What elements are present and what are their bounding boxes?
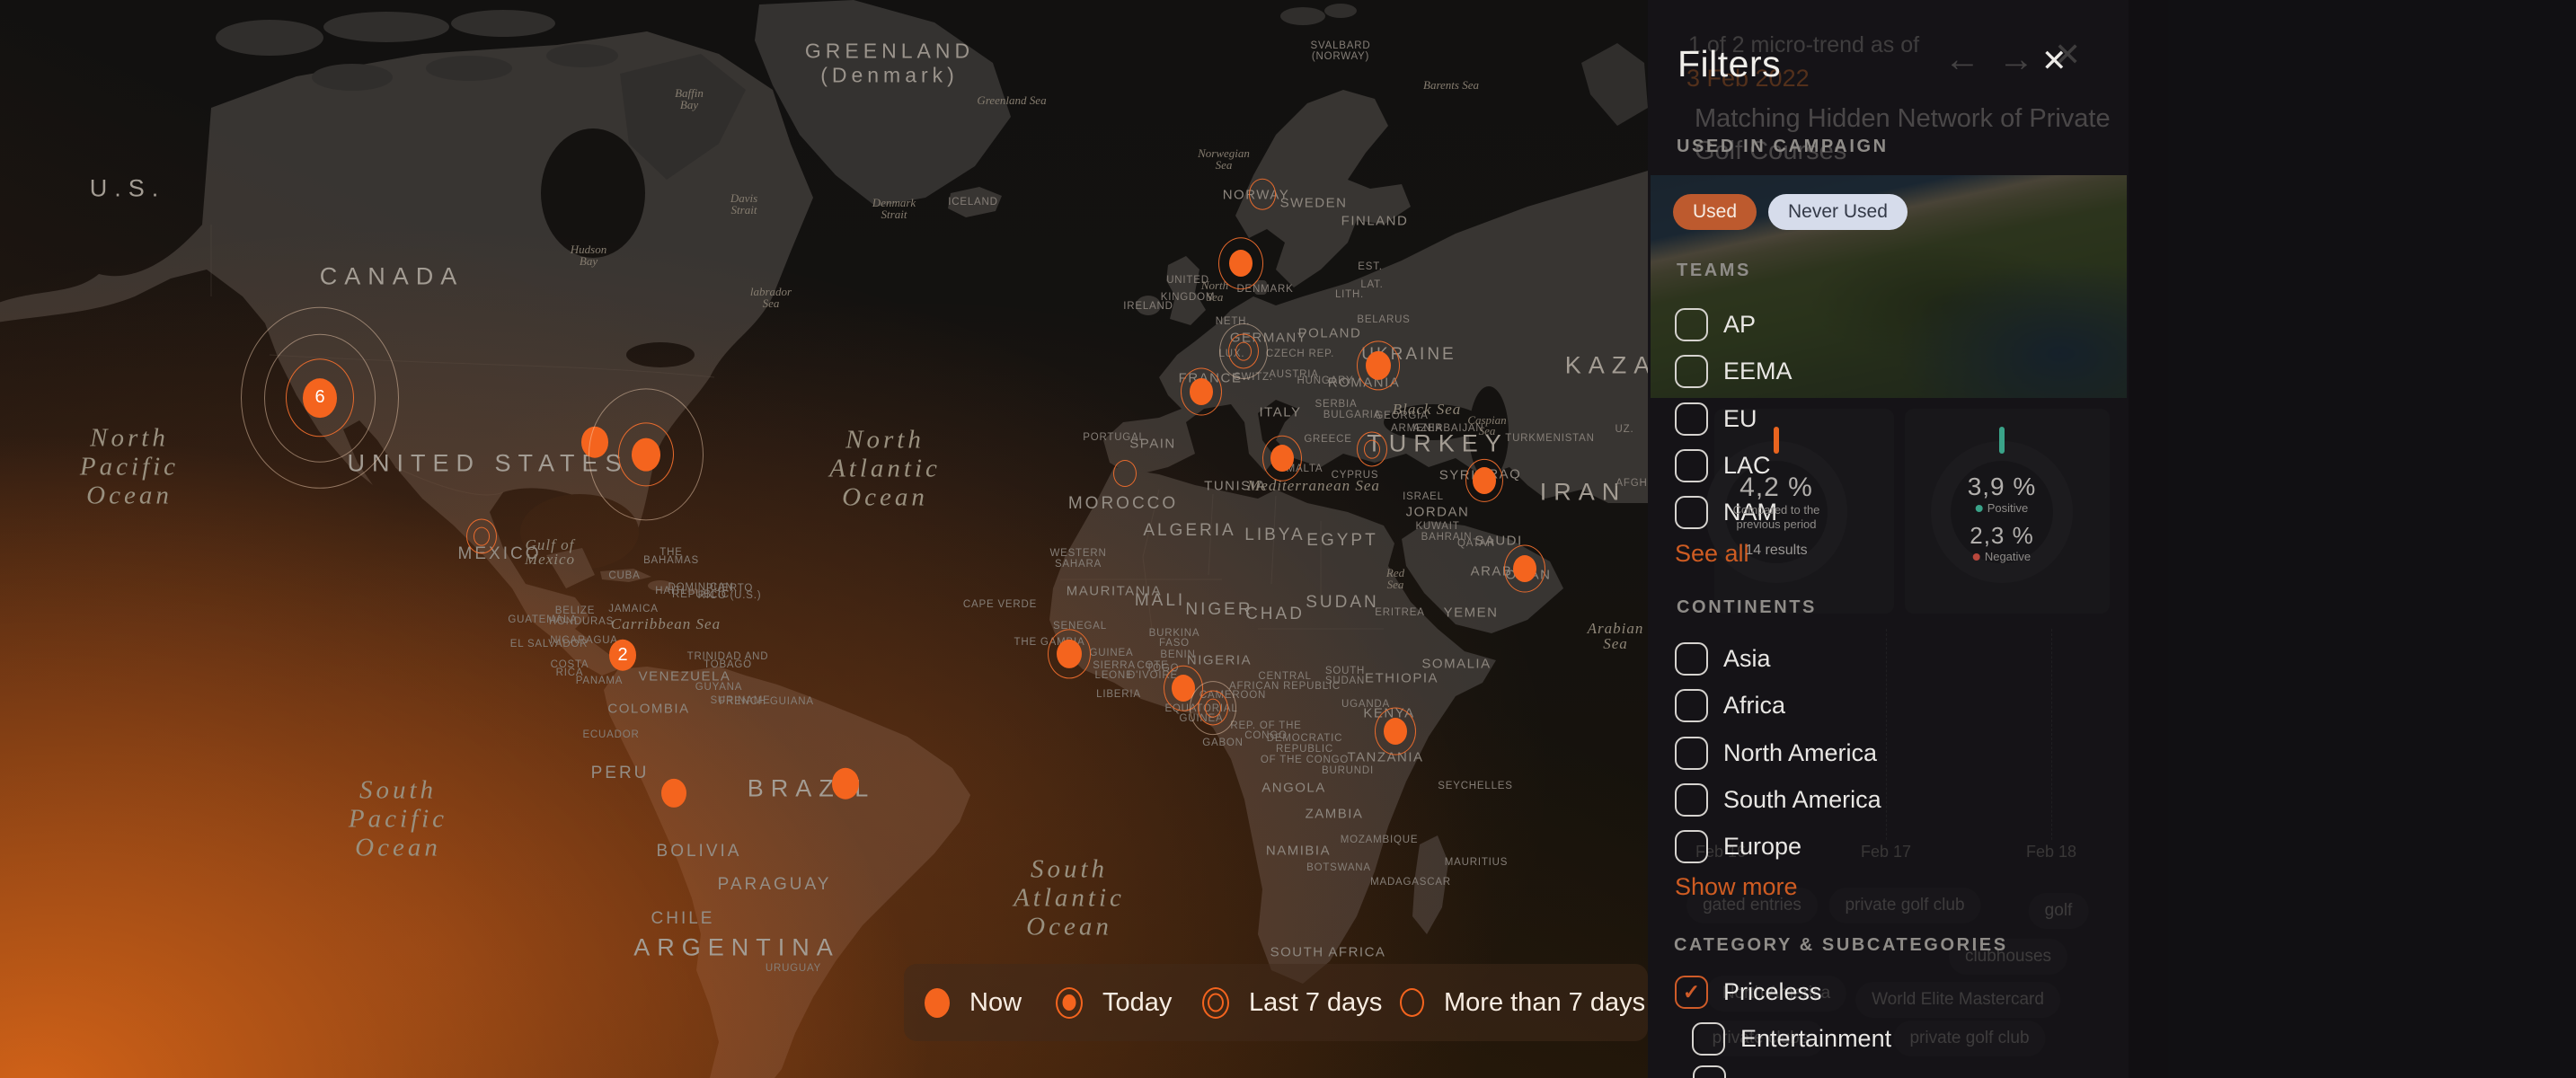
checkbox-row-north-america[interactable]: North America xyxy=(1675,737,1877,770)
marker-core xyxy=(1384,718,1407,745)
continents-show-more-link[interactable]: Show more xyxy=(1675,873,1798,901)
negative-value: 2,3 % xyxy=(1968,522,2037,550)
world-map[interactable]: U.S.CANADAUNITED STATESBRAZILARGENTINAIR… xyxy=(0,0,1648,1078)
week-legend-icon xyxy=(1202,987,1229,1019)
today-legend-icon xyxy=(1056,987,1083,1019)
checkbox-row-eema[interactable]: EEMA xyxy=(1675,355,1793,388)
checkbox[interactable] xyxy=(1675,402,1708,436)
checkbox-checked[interactable]: ✓ xyxy=(1675,976,1708,1009)
marker-ring xyxy=(1113,460,1137,487)
positive-label: Positive xyxy=(1968,501,2037,515)
filters-panel: 1 of 2 micro-trend as of 3 Feb 2022 Matc… xyxy=(1648,0,2576,1078)
now-legend-icon xyxy=(925,988,950,1018)
marker-count: 6 xyxy=(303,378,337,418)
marker-ring xyxy=(1219,323,1268,379)
legend-item-older: More than 7 days ago xyxy=(1400,964,1648,1041)
marker-ring xyxy=(1249,179,1276,210)
sentiment-donut-text: 3,9 % Positive 2,3 % Negative xyxy=(1968,473,2037,563)
negative-dot-icon xyxy=(1973,553,1980,561)
chip-never-used[interactable]: Never Used xyxy=(1768,194,1908,230)
marker-count: 2 xyxy=(609,640,636,671)
map-landmass xyxy=(0,0,1648,1078)
checkbox-label: EU xyxy=(1723,405,1757,433)
app-window: U.S.CANADAUNITED STATESBRAZILARGENTINAIR… xyxy=(0,0,2576,1078)
trend-donut-tick xyxy=(1774,427,1779,454)
map-legend: Now Today Last 7 days More than 7 days ago xyxy=(904,964,1648,1041)
checkbox[interactable] xyxy=(1675,737,1708,770)
legend-item-today: Today xyxy=(1056,964,1172,1041)
sentiment-donut-tick xyxy=(1999,427,2005,454)
trend-results-count: 14 results xyxy=(1733,543,1820,559)
checkbox[interactable] xyxy=(1675,308,1708,341)
legend-label: Today xyxy=(1102,988,1172,1018)
trend-donut-text: 4,2 % Compared to the previous period 14… xyxy=(1733,473,1820,559)
checkbox-row-eu[interactable]: EU xyxy=(1675,402,1757,436)
trend-value: 4,2 % xyxy=(1733,473,1820,503)
chip-used[interactable]: Used xyxy=(1673,194,1757,230)
checkbox-label: EEMA xyxy=(1723,358,1793,385)
checkbox[interactable] xyxy=(1675,496,1708,529)
positive-dot-icon xyxy=(1976,505,1983,512)
checkbox-label: Priceless xyxy=(1723,978,1822,1006)
marker-ring xyxy=(466,518,497,553)
checkbox-label: Africa xyxy=(1723,692,1785,720)
checkbox-label: Entertainment xyxy=(1740,1025,1891,1053)
positive-value: 3,9 % xyxy=(1968,473,2037,501)
legend-label: More than 7 days ago xyxy=(1444,988,1648,1018)
marker-core xyxy=(1513,555,1536,582)
checkbox[interactable] xyxy=(1675,689,1708,722)
section-categories: CATEGORY & SUBCATEGORIES xyxy=(1674,935,2008,956)
checkbox-label: South America xyxy=(1723,786,1881,814)
close-icon[interactable]: ✕ xyxy=(2041,43,2067,79)
checkbox[interactable] xyxy=(1692,1022,1725,1056)
marker-core xyxy=(1057,640,1082,668)
checkbox[interactable] xyxy=(1675,449,1708,482)
older-legend-icon xyxy=(1400,988,1424,1017)
legend-label: Now xyxy=(969,988,1022,1018)
checkbox[interactable] xyxy=(1675,355,1708,388)
marker-core xyxy=(1366,351,1391,380)
checkbox[interactable] xyxy=(1693,1065,1726,1078)
section-teams: TEAMS xyxy=(1677,261,1751,281)
checkbox-label: AP xyxy=(1723,311,1756,339)
checkbox-row-priceless[interactable]: ✓ Priceless xyxy=(1675,976,1822,1009)
checkbox[interactable] xyxy=(1675,830,1708,863)
checkbox-row-europe[interactable]: Europe xyxy=(1675,830,1801,863)
marker-core xyxy=(1190,378,1213,405)
marker-core xyxy=(661,779,686,808)
marker-ring xyxy=(1357,431,1387,466)
marker-core xyxy=(1229,250,1253,277)
marker-core xyxy=(1473,467,1496,494)
marker-core xyxy=(832,768,859,800)
checkbox[interactable] xyxy=(1675,783,1708,817)
legend-item-week: Last 7 days xyxy=(1202,964,1382,1041)
checkbox[interactable] xyxy=(1675,642,1708,676)
checkbox-label: Asia xyxy=(1723,645,1771,673)
legend-item-now: Now xyxy=(925,964,1022,1041)
section-continents: CONTINENTS xyxy=(1677,597,1817,618)
checkbox-row-partial[interactable] xyxy=(1693,1065,1726,1078)
filters-title: Filters xyxy=(1677,43,1781,85)
marker-core xyxy=(632,438,660,472)
marker-core xyxy=(1270,445,1294,472)
checkbox-row-entertainment[interactable]: Entertainment xyxy=(1692,1022,1891,1056)
checkbox-row-ap[interactable]: AP xyxy=(1675,308,1756,341)
checkbox-label: Europe xyxy=(1723,833,1801,861)
checkbox-row-south-america[interactable]: South America xyxy=(1675,783,1881,817)
checkbox-label: North America xyxy=(1723,739,1877,767)
marker-ring xyxy=(1190,681,1236,735)
negative-label: Negative xyxy=(1968,550,2037,563)
checkbox-row-asia[interactable]: Asia xyxy=(1675,642,1771,676)
checkbox-row-africa[interactable]: Africa xyxy=(1675,689,1785,722)
trend-caption: Compared to the previous period xyxy=(1733,503,1820,532)
legend-label: Last 7 days xyxy=(1249,988,1382,1018)
section-used-in-campaign: USED IN CAMPAIGN xyxy=(1677,137,1889,157)
